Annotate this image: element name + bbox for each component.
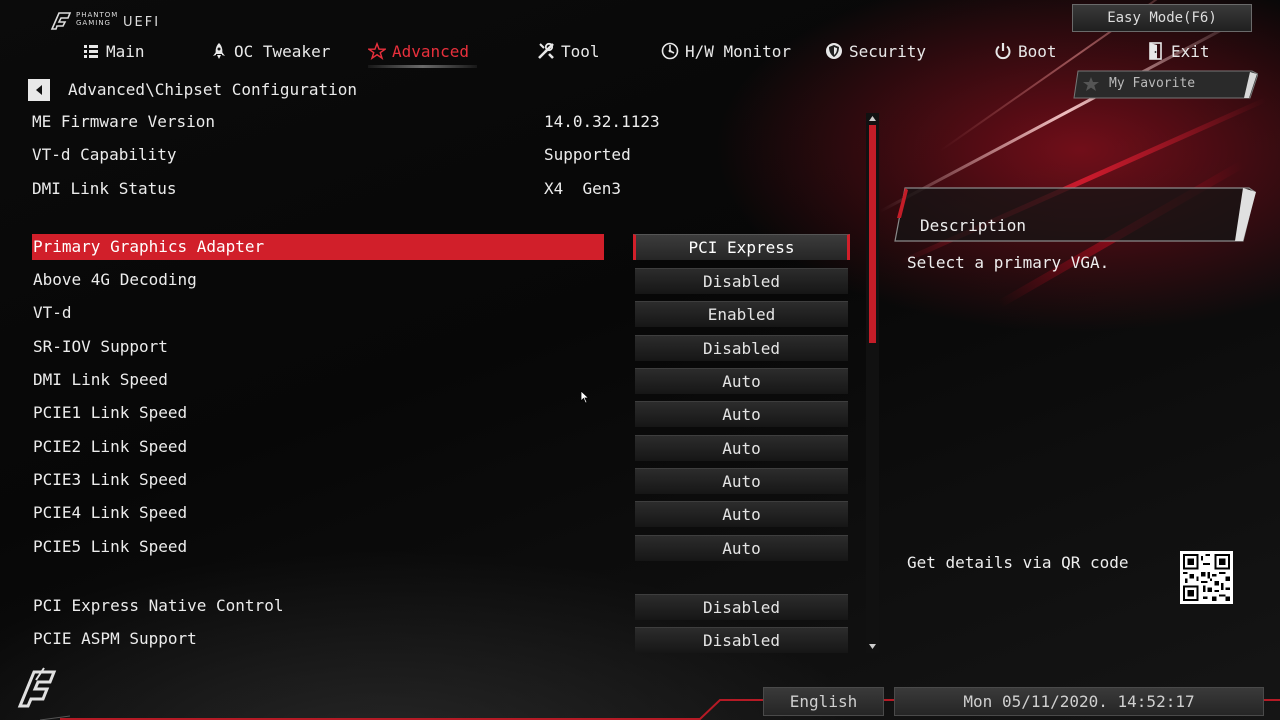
tab-tool-label: Tool bbox=[561, 41, 600, 61]
qr-code-label: Get details via QR code bbox=[907, 553, 1129, 572]
setting-value-button[interactable]: Enabled bbox=[635, 301, 848, 327]
tab-security[interactable]: Security bbox=[825, 38, 926, 64]
qr-code bbox=[1180, 551, 1233, 604]
setting-value-button[interactable]: Disabled bbox=[635, 335, 848, 361]
setting-pcie5-link-speed[interactable]: PCIE5 Link Speed bbox=[32, 534, 604, 560]
tab-boot-label: Boot bbox=[1018, 41, 1057, 61]
uefi-label: UEFI bbox=[123, 15, 161, 30]
setting-dmi-link-speed[interactable]: DMI Link Speed bbox=[32, 367, 604, 393]
setting-pcie2-link-speed[interactable]: PCIE2 Link Speed bbox=[32, 434, 604, 460]
brand-line2: GAMING bbox=[76, 19, 111, 27]
info-label: DMI Link Status bbox=[32, 179, 177, 198]
setting-vt-d[interactable]: VT-d bbox=[32, 300, 604, 326]
back-arrow-icon bbox=[36, 85, 42, 95]
back-button[interactable] bbox=[28, 79, 50, 101]
setting-value-button[interactable]: Auto bbox=[635, 401, 848, 427]
setting-value-button[interactable]: Disabled bbox=[635, 268, 848, 294]
shield-icon bbox=[825, 42, 843, 60]
setting-value-button[interactable]: Disabled bbox=[635, 627, 848, 653]
setting-pcie3-link-speed[interactable]: PCIE3 Link Speed bbox=[32, 467, 604, 493]
language-button[interactable]: English bbox=[763, 687, 884, 716]
setting-value-button[interactable]: Auto bbox=[635, 368, 848, 394]
setting-value-button[interactable]: Disabled bbox=[635, 594, 848, 620]
tab-security-label: Security bbox=[849, 41, 927, 61]
setting-sr-iov-support[interactable]: SR-IOV Support bbox=[32, 334, 604, 360]
mouse-cursor-icon bbox=[580, 390, 590, 404]
star-icon bbox=[368, 42, 386, 60]
list-icon bbox=[82, 42, 100, 60]
setting-value-button[interactable]: Auto bbox=[635, 435, 848, 461]
power-icon bbox=[994, 42, 1012, 60]
phantom-gaming-logo: PHANTOM GAMING UEFI bbox=[50, 9, 170, 33]
setting-pcie-aspm-support[interactable]: PCIE ASPM Support bbox=[32, 626, 604, 652]
info-label: VT-d Capability bbox=[32, 145, 177, 164]
info-value: 14.0.32.1123 bbox=[544, 112, 660, 131]
setting-pci-express-native-control[interactable]: PCI Express Native Control bbox=[32, 593, 604, 619]
easy-mode-button[interactable]: Easy Mode(F6) bbox=[1072, 4, 1252, 32]
setting-above-4g-decoding[interactable]: Above 4G Decoding bbox=[32, 267, 604, 293]
setting-value-button[interactable]: PCI Express bbox=[633, 234, 850, 260]
info-label: ME Firmware Version bbox=[32, 112, 216, 131]
scroll-down-arrow-icon[interactable] bbox=[868, 642, 877, 651]
scrollbar-thumb[interactable] bbox=[869, 125, 876, 343]
info-value: X4 Gen3 bbox=[544, 179, 622, 198]
description-title: Description bbox=[920, 216, 1026, 235]
rocket-icon bbox=[210, 42, 228, 60]
tab-hw-monitor-label: H/W Monitor bbox=[685, 41, 791, 61]
tab-advanced[interactable]: Advanced bbox=[368, 38, 478, 68]
setting-pcie4-link-speed[interactable]: PCIE4 Link Speed bbox=[32, 500, 604, 526]
tab-hw-monitor[interactable]: H/W Monitor bbox=[661, 38, 791, 64]
exit-door-icon bbox=[1147, 42, 1165, 60]
tools-icon bbox=[537, 42, 555, 60]
breadcrumb: Advanced\Chipset Configuration bbox=[68, 80, 357, 99]
my-favorite-button[interactable]: My Favorite bbox=[1072, 70, 1258, 99]
tab-main-label: Main bbox=[106, 41, 145, 61]
setting-primary-graphics-adapter[interactable]: Primary Graphics Adapter bbox=[32, 234, 604, 260]
setting-value-button[interactable]: Auto bbox=[635, 468, 848, 494]
scroll-up-arrow-icon[interactable] bbox=[868, 114, 877, 123]
tab-tool[interactable]: Tool bbox=[537, 38, 600, 64]
brand-line1: PHANTOM bbox=[76, 11, 119, 19]
main-nav: Main OC Tweaker Advanced Tool H/W Monito… bbox=[0, 38, 1280, 68]
phantom-gaming-footer-logo-icon bbox=[17, 667, 57, 708]
tab-oc-tweaker[interactable]: OC Tweaker bbox=[210, 38, 330, 64]
tab-oc-tweaker-label: OC Tweaker bbox=[234, 41, 331, 61]
star-icon bbox=[1083, 77, 1099, 91]
tab-advanced-label: Advanced bbox=[392, 41, 470, 61]
setting-value-button[interactable]: Auto bbox=[635, 501, 848, 527]
my-favorite-label: My Favorite bbox=[1109, 76, 1196, 91]
tab-boot[interactable]: Boot bbox=[994, 38, 1057, 64]
monitor-icon bbox=[661, 42, 679, 60]
description-text: Select a primary VGA. bbox=[907, 253, 1110, 272]
phantom-gaming-logo-icon bbox=[50, 12, 72, 30]
tab-exit[interactable]: Exit bbox=[1147, 38, 1210, 64]
info-value: Supported bbox=[544, 145, 631, 164]
setting-value-button[interactable]: Auto bbox=[635, 535, 848, 561]
qr-code-icon bbox=[1183, 554, 1230, 601]
tab-exit-label: Exit bbox=[1171, 41, 1210, 61]
datetime-display: Mon 05/11/2020. 14:52:17 bbox=[894, 687, 1264, 716]
tab-main[interactable]: Main bbox=[82, 38, 145, 64]
setting-pcie1-link-speed[interactable]: PCIE1 Link Speed bbox=[32, 400, 604, 426]
brand-text: PHANTOM GAMING bbox=[76, 11, 118, 27]
